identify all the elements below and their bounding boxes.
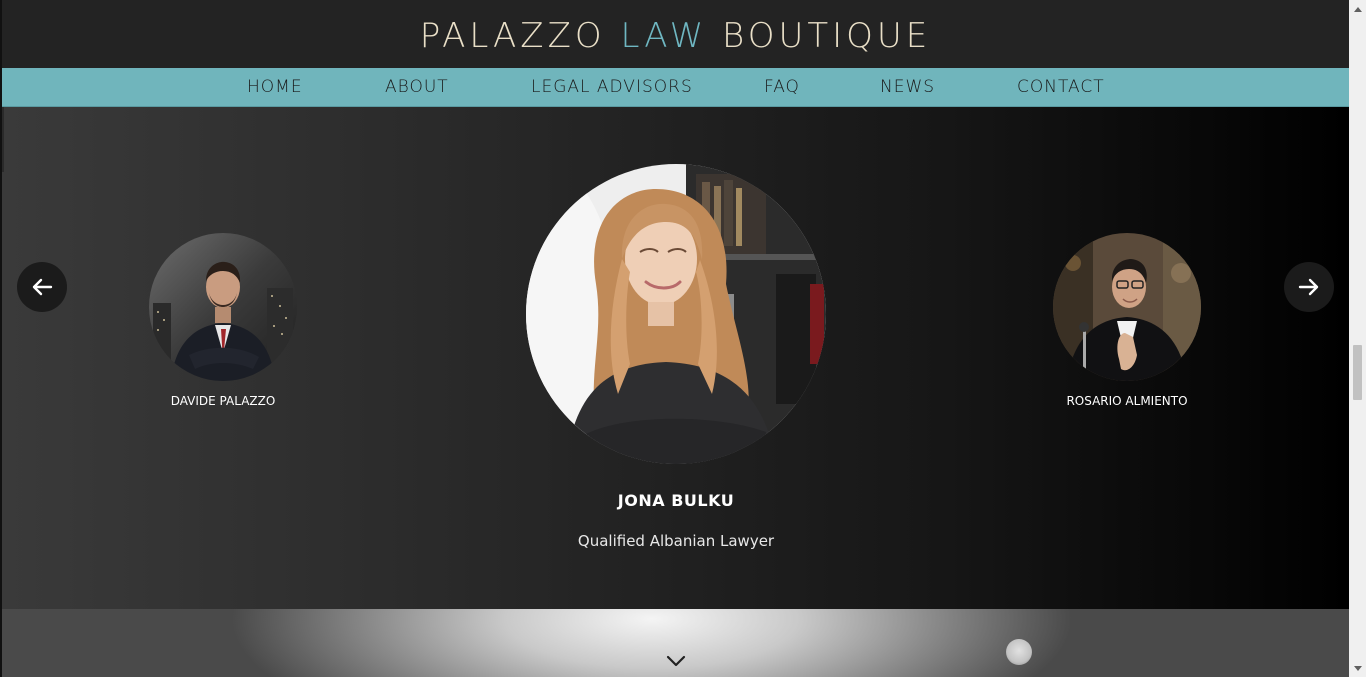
nav-item-legal-advisors[interactable]: LEGAL ADVISORS <box>531 68 693 106</box>
slider-edge <box>2 107 4 172</box>
nav-item-news[interactable]: NEWS <box>880 68 935 106</box>
logo-text-law: LAW <box>620 16 708 56</box>
advisor-photo-jona-bulku[interactable] <box>526 164 826 464</box>
scroll-up-arrow[interactable] <box>1349 0 1366 17</box>
advisor-photo-rosario-almiento[interactable] <box>1053 233 1201 381</box>
chevron-down-icon <box>666 655 686 667</box>
site-logo[interactable]: PALAZZO LAW BOUTIQUE <box>420 16 932 56</box>
advisor-name-left: DAVIDE PALAZZO <box>170 394 276 408</box>
advisor-role-center: Qualified Albanian Lawyer <box>577 532 775 550</box>
scroll-down-button[interactable] <box>666 653 686 672</box>
next-slide-button[interactable] <box>1284 262 1334 312</box>
nav-item-faq[interactable]: FAQ <box>764 68 800 106</box>
advisor-name-right: ROSARIO ALMIENTO <box>1066 394 1188 408</box>
advisor-photo-davide-palazzo[interactable] <box>149 233 297 381</box>
nav-item-contact[interactable]: CONTACT <box>1017 68 1105 106</box>
scrollbar-thumb[interactable] <box>1353 345 1362 400</box>
triangle-up-icon <box>1353 6 1362 12</box>
background-light-spot <box>1006 639 1032 665</box>
arrow-right-icon <box>1298 278 1319 296</box>
logo-text-boutique: BOUTIQUE <box>707 16 932 56</box>
page: PALAZZO LAW BOUTIQUE HOME ABOUT LEGAL AD… <box>0 0 1366 677</box>
logo-text-palazzo: PALAZZO <box>419 16 621 56</box>
triangle-down-icon <box>1353 665 1362 671</box>
main-nav: HOME ABOUT LEGAL ADVISORS FAQ NEWS CONTA… <box>2 68 1349 107</box>
prev-slide-button[interactable] <box>17 262 67 312</box>
advisors-slider: DAVIDE PALAZZO JONA BULKU Qualified Alba… <box>2 107 1349 609</box>
site-header: PALAZZO LAW BOUTIQUE <box>2 0 1349 68</box>
next-section-preview <box>2 609 1349 677</box>
scroll-down-arrow[interactable] <box>1349 660 1366 677</box>
nav-item-about[interactable]: ABOUT <box>385 68 449 106</box>
nav-item-home[interactable]: HOME <box>247 68 303 106</box>
page-scrollbar[interactable] <box>1349 0 1366 677</box>
arrow-left-icon <box>32 278 53 296</box>
advisor-name-center: JONA BULKU <box>617 491 735 510</box>
